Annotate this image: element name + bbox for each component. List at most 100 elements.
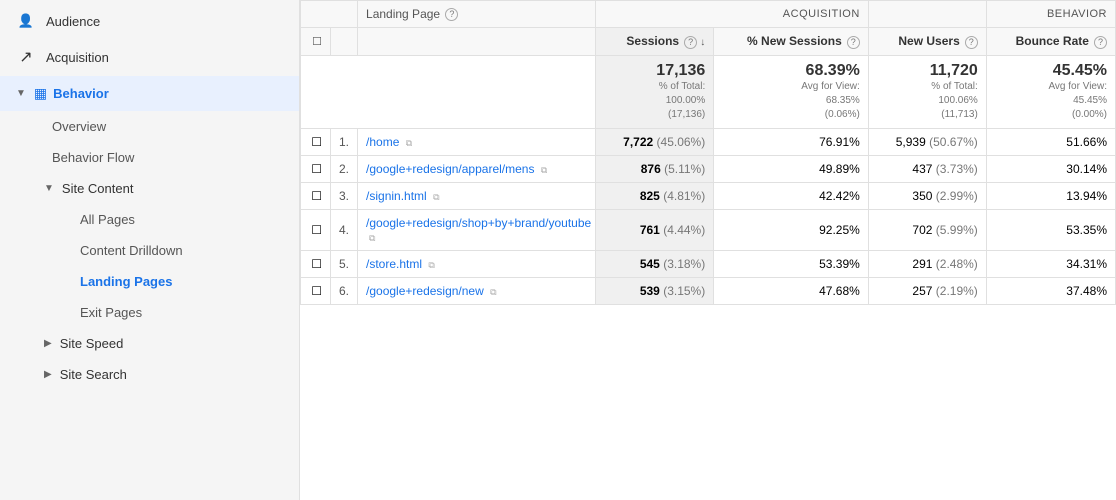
checkbox-icon: ☐ xyxy=(311,223,322,237)
table-row: ☐ 2. /google+redesign/apparel/mens ⧉ 876… xyxy=(301,155,1116,182)
table-row: ☐ 4. /google+redesign/shop+by+brand/yout… xyxy=(301,209,1116,250)
new-sessions-help-icon[interactable]: ? xyxy=(847,36,860,49)
row-checkbox-4[interactable]: ☐ xyxy=(301,250,331,277)
sidebar-item-site-search[interactable]: ▶ Site Search xyxy=(16,359,299,390)
behavior-icon: ▦ xyxy=(34,85,47,102)
row-checkbox-1[interactable]: ☐ xyxy=(301,155,331,182)
row-num-3: 4. xyxy=(331,209,358,250)
sidebar: 👤 Audience ↗ Acquisition ▼ ▦ Behavior Ov… xyxy=(0,0,300,500)
row-checkbox-5[interactable]: ☐ xyxy=(301,277,331,304)
new-users-cell-2: 350 (2.99%) xyxy=(868,182,986,209)
checkbox-icon: ☐ xyxy=(311,189,322,203)
external-link-icon-0[interactable]: ⧉ xyxy=(406,138,412,148)
bounce-rate-cell-0: 51.66% xyxy=(986,128,1115,155)
landing-page-link-0[interactable]: /home xyxy=(366,135,399,149)
new-sessions-cell-2: 42.42% xyxy=(714,182,869,209)
landing-page-link-5[interactable]: /google+redesign/new xyxy=(366,284,484,298)
summary-row: 17,136 % of Total:100.00%(17,136) 68.39%… xyxy=(301,55,1116,128)
row-num-0: 1. xyxy=(331,128,358,155)
sessions-cell-4: 545 (3.18%) xyxy=(596,250,714,277)
main-content: Landing Page ? Acquisition Behavior ☐ xyxy=(300,0,1116,500)
row-num-5: 6. xyxy=(331,277,358,304)
new-sessions-cell-0: 76.91% xyxy=(714,128,869,155)
sessions-cell-0: 7,722 (45.06%) xyxy=(596,128,714,155)
external-link-icon-3[interactable]: ⧉ xyxy=(369,233,375,243)
sidebar-item-all-pages[interactable]: All Pages xyxy=(60,204,299,235)
new-users-cell-4: 291 (2.48%) xyxy=(868,250,986,277)
external-link-icon-1[interactable]: ⧉ xyxy=(541,165,547,175)
sidebar-item-behavior[interactable]: ▼ ▦ Behavior xyxy=(0,76,299,111)
new-users-cell-3: 702 (5.99%) xyxy=(868,209,986,250)
summary-new-sessions: 68.39% Avg for View:68.35%(0.06%) xyxy=(714,55,869,128)
landing-page-link-3[interactable]: /google+redesign/shop+by+brand/youtube xyxy=(366,216,591,230)
sidebar-item-overview[interactable]: Overview xyxy=(16,111,299,142)
sessions-sort-icon[interactable]: ↓ xyxy=(700,37,705,48)
sidebar-item-site-content[interactable]: ▼ Site Content xyxy=(16,173,299,204)
bounce-rate-col-header[interactable]: Bounce Rate ? xyxy=(986,28,1115,56)
sessions-cell-3: 761 (4.44%) xyxy=(596,209,714,250)
acquisition-section-header: Acquisition xyxy=(596,1,869,28)
checkbox-icon: ☐ xyxy=(311,284,322,298)
new-sessions-cell-1: 49.89% xyxy=(714,155,869,182)
row-checkbox-0[interactable]: ☐ xyxy=(301,128,331,155)
landing-page-link-1[interactable]: /google+redesign/apparel/mens xyxy=(366,162,534,176)
external-link-icon-4[interactable]: ⧉ xyxy=(428,260,434,270)
sessions-cell-2: 825 (4.81%) xyxy=(596,182,714,209)
summary-sessions: 17,136 % of Total:100.00%(17,136) xyxy=(596,55,714,128)
sidebar-item-behavior-flow[interactable]: Behavior Flow xyxy=(16,142,299,173)
external-link-icon-2[interactable]: ⧉ xyxy=(433,192,439,202)
checkbox-icon: ☐ xyxy=(311,135,322,149)
site-content-chevron-icon: ▼ xyxy=(44,183,54,194)
sessions-help-icon[interactable]: ? xyxy=(684,36,697,49)
new-sessions-cell-3: 92.25% xyxy=(714,209,869,250)
behavior-section-header: Behavior xyxy=(986,1,1115,28)
col-header-landing-page: Landing Page ? xyxy=(358,1,596,28)
external-link-icon-5[interactable]: ⧉ xyxy=(490,287,496,297)
select-all-checkbox-icon: ☐ xyxy=(312,36,322,48)
row-checkbox-2[interactable]: ☐ xyxy=(301,182,331,209)
new-sessions-cell-4: 53.39% xyxy=(714,250,869,277)
summary-new-users: 11,720 % of Total:100.06%(11,713) xyxy=(868,55,986,128)
new-users-cell-5: 257 (2.19%) xyxy=(868,277,986,304)
new-users-help-icon[interactable]: ? xyxy=(965,36,978,49)
new-users-col-header[interactable]: New Users ? xyxy=(868,28,986,56)
sidebar-item-acquisition[interactable]: ↗ Acquisition xyxy=(0,38,299,76)
table-row: ☐ 6. /google+redesign/new ⧉ 539 (3.15%) … xyxy=(301,277,1116,304)
behavior-subgroup: Overview Behavior Flow ▼ Site Content Al… xyxy=(0,111,299,390)
landing-page-cell-4: /store.html ⧉ xyxy=(358,250,596,277)
site-speed-chevron-icon: ▶ xyxy=(44,338,52,349)
behavior-chevron-icon: ▼ xyxy=(16,88,26,99)
row-checkbox-3[interactable]: ☐ xyxy=(301,209,331,250)
landing-pages-table: Landing Page ? Acquisition Behavior ☐ xyxy=(300,0,1116,305)
sessions-cell-1: 876 (5.11%) xyxy=(596,155,714,182)
bounce-rate-cell-2: 13.94% xyxy=(986,182,1115,209)
bounce-rate-help-icon[interactable]: ? xyxy=(1094,36,1107,49)
row-num-2: 3. xyxy=(331,182,358,209)
landing-page-cell-1: /google+redesign/apparel/mens ⧉ xyxy=(358,155,596,182)
row-num-1: 2. xyxy=(331,155,358,182)
sidebar-item-content-drilldown[interactable]: Content Drilldown xyxy=(60,235,299,266)
row-num-4: 5. xyxy=(331,250,358,277)
table-row: ☐ 5. /store.html ⧉ 545 (3.18%) 53.39% 29… xyxy=(301,250,1116,277)
bounce-rate-cell-1: 30.14% xyxy=(986,155,1115,182)
new-users-cell-0: 5,939 (50.67%) xyxy=(868,128,986,155)
sidebar-item-site-speed[interactable]: ▶ Site Speed xyxy=(16,328,299,359)
sidebar-item-audience[interactable]: 👤 Audience xyxy=(0,4,299,38)
landing-page-link-2[interactable]: /signin.html xyxy=(366,189,427,203)
new-sessions-col-header[interactable]: % New Sessions ? xyxy=(714,28,869,56)
landing-page-link-4[interactable]: /store.html xyxy=(366,257,422,271)
table-row: ☐ 1. /home ⧉ 7,722 (45.06%) 76.91% 5,939… xyxy=(301,128,1116,155)
sidebar-item-exit-pages[interactable]: Exit Pages xyxy=(60,297,299,328)
select-all-checkbox-header[interactable]: ☐ xyxy=(301,28,331,56)
sessions-col-header[interactable]: Sessions ? ↓ xyxy=(596,28,714,56)
landing-page-cell-2: /signin.html ⧉ xyxy=(358,182,596,209)
landing-page-cell-5: /google+redesign/new ⧉ xyxy=(358,277,596,304)
landing-page-help-icon[interactable]: ? xyxy=(445,8,458,21)
bounce-rate-cell-5: 37.48% xyxy=(986,277,1115,304)
summary-bounce-rate: 45.45% Avg for View:45.45%(0.00%) xyxy=(986,55,1115,128)
sidebar-item-landing-pages[interactable]: Landing Pages ← xyxy=(60,266,299,297)
bounce-rate-cell-3: 53.35% xyxy=(986,209,1115,250)
landing-page-col xyxy=(358,28,596,56)
bounce-rate-cell-4: 34.31% xyxy=(986,250,1115,277)
landing-page-cell-3: /google+redesign/shop+by+brand/youtube ⧉ xyxy=(358,209,596,250)
